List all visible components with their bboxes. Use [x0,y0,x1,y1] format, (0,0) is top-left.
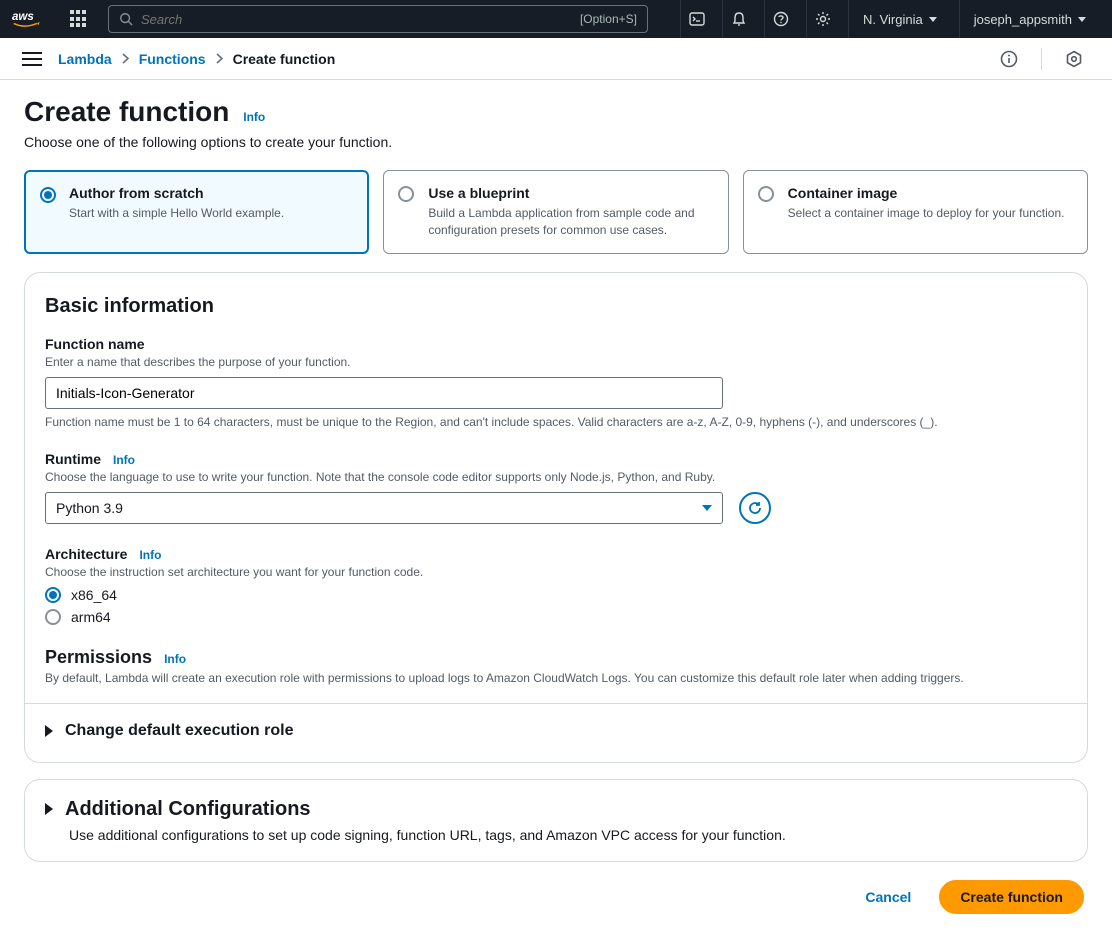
preferences-icon[interactable] [1058,43,1090,75]
option-title: Author from scratch [69,185,352,201]
main-content: Create function Info Choose one of the f… [0,80,1112,930]
runtime-select[interactable]: Python 3.9 [45,492,723,524]
option-author-from-scratch[interactable]: Author from scratch Start with a simple … [24,170,369,254]
breadcrumb: Lambda Functions Create function [58,51,335,67]
radio-label: x86_64 [71,587,117,603]
option-title: Use a blueprint [428,185,711,201]
footer-actions: Cancel Create function [24,880,1088,914]
refresh-runtimes-button[interactable] [739,492,771,524]
search-icon [119,12,133,26]
settings-gear-icon[interactable] [806,0,840,38]
additional-configurations-panel: Additional Configurations Use additional… [24,779,1088,862]
region-label: N. Virginia [863,12,923,27]
search-shortcut-label: [Option+S] [580,12,637,26]
region-selector[interactable]: N. Virginia [848,0,951,38]
function-name-field: Function name Enter a name that describe… [45,336,1067,429]
divider [25,703,1087,704]
info-panel-icon[interactable] [993,43,1025,75]
divider [1041,48,1042,70]
field-constraint: Function name must be 1 to 64 characters… [45,415,1067,429]
radio-icon [40,187,56,203]
search-bar[interactable]: [Option+S] [108,5,648,33]
permissions-field: Permissions Info By default, Lambda will… [45,647,1067,685]
search-input[interactable] [141,12,580,27]
triangle-right-icon [45,803,53,815]
cancel-button[interactable]: Cancel [851,880,925,914]
radio-icon [398,186,414,202]
radio-icon [758,186,774,202]
field-label: Permissions [45,647,152,668]
radio-icon [45,609,61,625]
execution-role-expander[interactable]: Change default execution role [45,722,1067,740]
menu-toggle-icon[interactable] [22,52,42,66]
caret-down-icon [702,505,712,511]
aws-logo[interactable]: aws [12,9,44,29]
architecture-option-x86_64[interactable]: x86_64 [45,587,1067,603]
field-desc: Choose the instruction set architecture … [45,565,1067,579]
notifications-icon[interactable] [722,0,756,38]
breadcrumb-section[interactable]: Functions [139,51,206,67]
refresh-icon [747,500,763,516]
caret-down-icon [929,17,937,22]
function-name-input[interactable] [45,377,723,409]
option-desc: Build a Lambda application from sample c… [428,205,711,239]
radio-icon [45,587,61,603]
field-desc: Enter a name that describes the purpose … [45,355,1067,369]
caret-down-icon [1078,17,1086,22]
triangle-right-icon [45,725,53,737]
create-function-button[interactable]: Create function [939,880,1084,914]
runtime-select-value: Python 3.9 [56,500,123,516]
user-label: joseph_appsmith [974,12,1072,27]
panel-heading: Basic information [45,295,1067,318]
info-link[interactable]: Info [164,652,186,666]
architecture-field: Architecture Info Choose the instruction… [45,546,1067,625]
services-grid-icon[interactable] [70,10,88,28]
option-use-blueprint[interactable]: Use a blueprint Build a Lambda applicati… [383,170,728,254]
option-title: Container image [788,185,1071,201]
breadcrumb-service[interactable]: Lambda [58,51,112,67]
account-selector[interactable]: joseph_appsmith [959,0,1100,38]
additional-config-expander[interactable]: Additional Configurations [45,798,1067,821]
info-link[interactable]: Info [243,110,265,124]
radio-label: arm64 [71,609,111,625]
field-label: Function name [45,336,1067,352]
architecture-option-arm64[interactable]: arm64 [45,609,1067,625]
field-desc: By default, Lambda will create an execut… [45,671,1067,685]
option-container-image[interactable]: Container image Select a container image… [743,170,1088,254]
page-subtitle: Choose one of the following options to c… [24,134,1088,150]
basic-information-panel: Basic information Function name Enter a … [24,272,1088,763]
page-header: Create function Info Choose one of the f… [24,96,1088,150]
help-icon[interactable] [764,0,798,38]
runtime-field: Runtime Info Choose the language to use … [45,451,1067,524]
field-desc: Choose the language to use to write your… [45,470,1067,484]
field-label: Runtime [45,451,101,467]
top-nav: aws [Option+S] N. Virginia joseph_appsmi… [0,0,1112,38]
additional-config-desc: Use additional configurations to set up … [69,827,1067,843]
info-link[interactable]: Info [139,548,161,562]
breadcrumb-bar: Lambda Functions Create function [0,38,1112,80]
field-label: Architecture [45,546,127,562]
breadcrumb-current: Create function [233,51,336,67]
cloudshell-icon[interactable] [680,0,714,38]
svg-text:aws: aws [12,11,34,23]
creation-options: Author from scratch Start with a simple … [24,170,1088,254]
chevron-right-icon [122,53,129,64]
expander-label: Change default execution role [65,722,293,740]
option-desc: Select a container image to deploy for y… [788,205,1071,222]
chevron-right-icon [216,53,223,64]
page-title: Create function [24,96,229,128]
expander-label: Additional Configurations [65,798,311,821]
option-desc: Start with a simple Hello World example. [69,205,352,222]
info-link[interactable]: Info [113,453,135,467]
